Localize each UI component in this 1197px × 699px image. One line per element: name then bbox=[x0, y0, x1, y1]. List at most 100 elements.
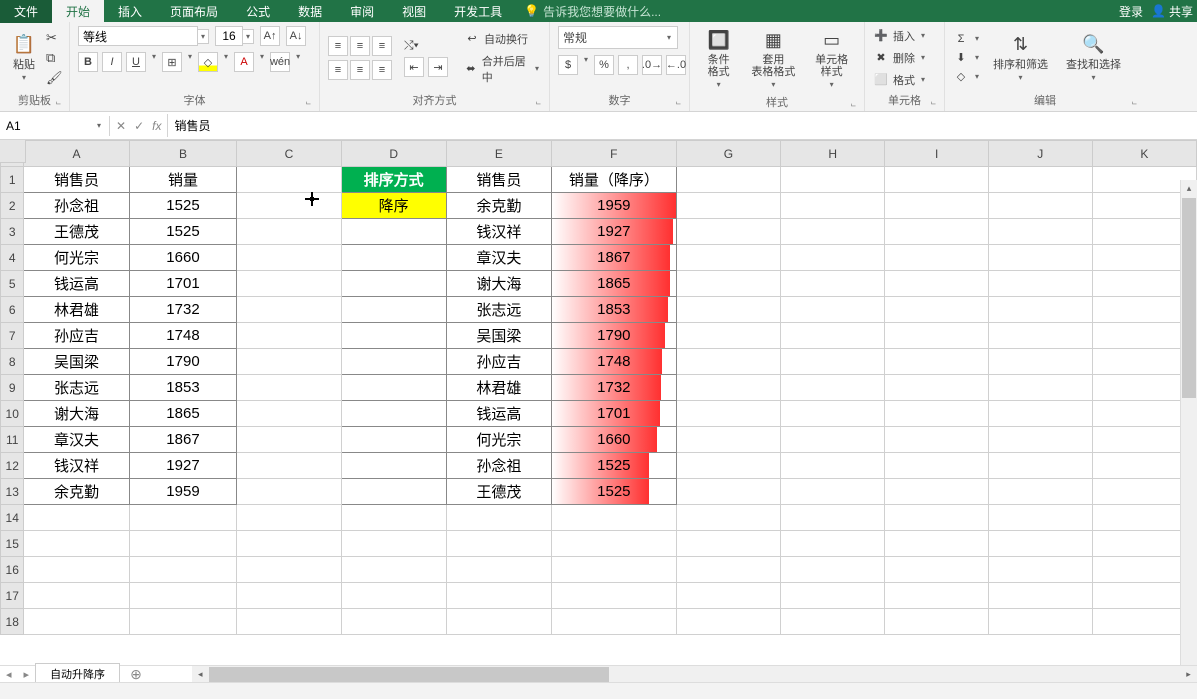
font-size-input[interactable] bbox=[215, 26, 243, 46]
cell[interactable] bbox=[988, 609, 1092, 635]
cell[interactable]: 何光宗 bbox=[446, 427, 551, 453]
cell[interactable] bbox=[781, 167, 885, 193]
cell[interactable]: 余克勤 bbox=[24, 479, 129, 505]
cell[interactable]: 孙应吉 bbox=[24, 323, 129, 349]
align-top-icon[interactable]: ≡ bbox=[328, 36, 348, 56]
cell[interactable] bbox=[237, 505, 341, 531]
cell[interactable] bbox=[676, 245, 780, 271]
cell[interactable] bbox=[129, 557, 237, 583]
cell[interactable] bbox=[237, 453, 341, 479]
cell[interactable] bbox=[676, 375, 780, 401]
col-header[interactable]: A bbox=[24, 141, 129, 167]
cell[interactable] bbox=[885, 297, 988, 323]
scroll-up-icon[interactable]: ▴ bbox=[1181, 180, 1197, 197]
cell[interactable] bbox=[237, 531, 341, 557]
cell[interactable]: 孙念祖 bbox=[24, 193, 129, 219]
align-center-icon[interactable]: ≡ bbox=[350, 60, 370, 80]
cell[interactable]: 余克勤 bbox=[446, 193, 551, 219]
cell[interactable] bbox=[341, 271, 446, 297]
cell[interactable] bbox=[676, 453, 780, 479]
cell[interactable]: 销量 bbox=[129, 167, 237, 193]
align-middle-icon[interactable]: ≡ bbox=[350, 36, 370, 56]
cell[interactable] bbox=[885, 531, 988, 557]
cell[interactable] bbox=[781, 453, 885, 479]
find-select-button[interactable]: 🔍查找和选择▾ bbox=[1060, 31, 1127, 84]
file-tab[interactable]: 文件 bbox=[0, 0, 52, 23]
tab-review[interactable]: 审阅 bbox=[336, 0, 388, 23]
cell[interactable] bbox=[341, 531, 446, 557]
align-right-icon[interactable]: ≡ bbox=[372, 60, 392, 80]
font-color-button[interactable]: A bbox=[234, 52, 254, 72]
format-painter-icon[interactable]: 🖌 bbox=[46, 70, 63, 86]
cell[interactable]: 1748 bbox=[129, 323, 237, 349]
cell[interactable] bbox=[781, 401, 885, 427]
cell[interactable] bbox=[781, 427, 885, 453]
cell[interactable]: 章汉夫 bbox=[24, 427, 129, 453]
chevron-down-icon[interactable]: ▾ bbox=[243, 29, 254, 44]
phonetic-button[interactable]: wén bbox=[270, 52, 290, 72]
name-box[interactable]: A1▾ bbox=[0, 116, 110, 136]
cell[interactable] bbox=[676, 219, 780, 245]
cell[interactable] bbox=[988, 271, 1092, 297]
scroll-left-icon[interactable]: ◂ bbox=[192, 666, 209, 683]
cell[interactable] bbox=[676, 505, 780, 531]
cell[interactable]: 1959 bbox=[129, 479, 237, 505]
cell[interactable] bbox=[988, 167, 1092, 193]
decrease-font-icon[interactable]: A↓ bbox=[286, 26, 306, 46]
cell[interactable] bbox=[237, 167, 341, 193]
table-format-button[interactable]: ▦套用 表格格式▾ bbox=[745, 26, 801, 91]
cell[interactable] bbox=[237, 557, 341, 583]
cut-icon[interactable]: ✂ bbox=[46, 30, 63, 46]
currency-icon[interactable]: $ bbox=[558, 55, 578, 75]
cell[interactable] bbox=[129, 583, 237, 609]
cell[interactable]: 1927 bbox=[129, 453, 237, 479]
cell[interactable]: 1525 bbox=[129, 219, 237, 245]
cell[interactable] bbox=[885, 375, 988, 401]
cell[interactable] bbox=[885, 583, 988, 609]
cell[interactable]: 1853 bbox=[129, 375, 237, 401]
cell[interactable]: 何光宗 bbox=[24, 245, 129, 271]
cell[interactable] bbox=[676, 167, 780, 193]
row-header[interactable]: 17 bbox=[1, 583, 24, 609]
bold-button[interactable]: B bbox=[78, 52, 98, 72]
clear-button[interactable]: ◇▾ bbox=[953, 69, 981, 84]
cell[interactable] bbox=[24, 505, 129, 531]
cell[interactable]: 排序方式 bbox=[341, 167, 446, 193]
cell[interactable] bbox=[988, 583, 1092, 609]
chevron-down-icon[interactable]: ▾ bbox=[198, 29, 209, 44]
vertical-scrollbar[interactable]: ▴ ▾ bbox=[1180, 180, 1197, 680]
enter-formula-icon[interactable]: ✓ bbox=[134, 119, 144, 133]
font-family-input[interactable] bbox=[78, 26, 198, 46]
cell[interactable]: 钱汉祥 bbox=[446, 219, 551, 245]
cell[interactable] bbox=[781, 193, 885, 219]
cell[interactable] bbox=[24, 609, 129, 635]
cell[interactable] bbox=[988, 219, 1092, 245]
delete-button[interactable]: ✖删除▾ bbox=[873, 49, 927, 67]
cell[interactable]: 孙念祖 bbox=[446, 453, 551, 479]
cell[interactable] bbox=[446, 609, 551, 635]
row-header[interactable]: 9 bbox=[1, 375, 24, 401]
cell[interactable] bbox=[237, 271, 341, 297]
cell[interactable] bbox=[237, 219, 341, 245]
wrap-text-button[interactable]: ↩自动换行 bbox=[464, 30, 541, 48]
align-left-icon[interactable]: ≡ bbox=[328, 60, 348, 80]
cell[interactable] bbox=[885, 427, 988, 453]
row-header[interactable]: 4 bbox=[1, 245, 24, 271]
horizontal-scrollbar[interactable]: ◂ ▸ bbox=[192, 666, 1197, 683]
cell[interactable]: 张志远 bbox=[24, 375, 129, 401]
fill-button[interactable]: ⬇▾ bbox=[953, 50, 981, 65]
cell[interactable] bbox=[781, 297, 885, 323]
cell[interactable] bbox=[341, 453, 446, 479]
cell[interactable]: 吴国梁 bbox=[446, 323, 551, 349]
sheet-nav-next-icon[interactable]: ▸ bbox=[18, 668, 36, 681]
increase-indent-icon[interactable]: ⇥ bbox=[428, 57, 448, 77]
row-header[interactable]: 10 bbox=[1, 401, 24, 427]
cell[interactable] bbox=[341, 583, 446, 609]
cell[interactable] bbox=[446, 583, 551, 609]
row-header[interactable]: 16 bbox=[1, 557, 24, 583]
row-header[interactable]: 5 bbox=[1, 271, 24, 297]
cell[interactable] bbox=[237, 193, 341, 219]
cell[interactable] bbox=[237, 375, 341, 401]
underline-button[interactable]: U bbox=[126, 52, 146, 72]
row-header[interactable]: 6 bbox=[1, 297, 24, 323]
